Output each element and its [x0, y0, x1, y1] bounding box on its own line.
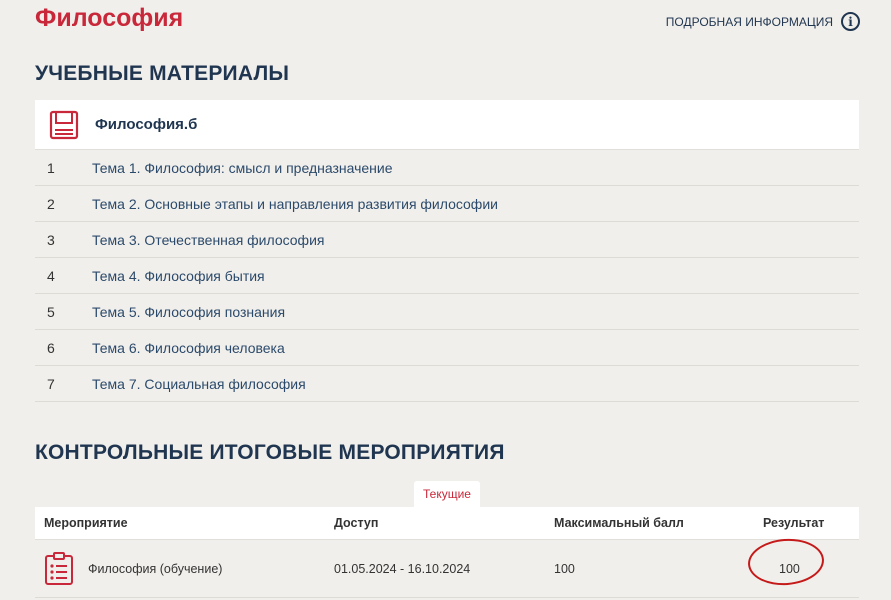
column-header-access: Доступ: [334, 516, 379, 530]
topic-row[interactable]: 1 Тема 1. Философия: смысл и предназначе…: [35, 150, 859, 186]
topic-link[interactable]: Тема 5. Философия познания: [92, 304, 285, 320]
topic-link[interactable]: Тема 1. Философия: смысл и предназначени…: [92, 160, 393, 176]
topic-number: 5: [47, 303, 55, 320]
max-score-cell: 100: [554, 561, 575, 576]
access-cell: 01.05.2024 - 16.10.2024: [334, 561, 471, 576]
materials-section-title: УЧЕБНЫЕ МАТЕРИАЛЫ: [35, 62, 290, 85]
clipboard-list-icon: [45, 551, 73, 585]
topic-row[interactable]: 5 Тема 5. Философия познания: [35, 294, 859, 330]
topic-link[interactable]: Тема 4. Философия бытия: [92, 268, 265, 284]
result-highlight-circle: [746, 535, 826, 588]
column-header-max-score: Максимальный балл: [554, 516, 684, 530]
materials-list: Философия.б 1 Тема 1. Философия: смысл и…: [35, 100, 859, 402]
event-cell: Философия (обучение): [35, 551, 334, 586]
topic-number: 2: [47, 195, 55, 212]
topic-number: 3: [47, 231, 55, 248]
table-row: Философия (обучение) 01.05.2024 - 16.10.…: [35, 535, 859, 598]
more-info-label: ПОДРОБНАЯ ИНФОРМАЦИЯ: [665, 14, 833, 29]
tab-current[interactable]: Текущие: [414, 481, 480, 507]
topic-row[interactable]: 7 Тема 7. Социальная философия: [35, 366, 859, 402]
page-title: Философия: [35, 4, 184, 32]
topic-row[interactable]: 3 Тема 3. Отечественная философия: [35, 222, 859, 258]
topic-link[interactable]: Тема 2. Основные этапы и направления раз…: [92, 196, 498, 212]
course-header[interactable]: Философия.б: [35, 100, 859, 150]
course-name[interactable]: Философия.б: [95, 116, 197, 133]
events-table: Мероприятие Доступ Максимальный балл Рез…: [35, 507, 859, 598]
topic-row[interactable]: 4 Тема 4. Философия бытия: [35, 258, 859, 294]
info-icon[interactable]: i: [841, 12, 860, 31]
topic-number: 1: [47, 159, 55, 176]
topic-number: 6: [47, 339, 55, 356]
events-table-header: Мероприятие Доступ Максимальный балл Рез…: [35, 507, 859, 540]
topic-number: 4: [47, 267, 55, 284]
topic-link[interactable]: Тема 6. Философия человека: [92, 340, 285, 356]
book-icon: [49, 110, 79, 139]
topic-link[interactable]: Тема 7. Социальная философия: [92, 376, 306, 392]
topic-link[interactable]: Тема 3. Отечественная философия: [92, 232, 324, 248]
result-cell: 100: [746, 535, 859, 588]
topic-row[interactable]: 6 Тема 6. Философия человека: [35, 330, 859, 366]
events-section-title: КОНТРОЛЬНЫЕ ИТОГОВЫЕ МЕРОПРИЯТИЯ: [35, 441, 505, 464]
event-name-link[interactable]: Философия (обучение): [88, 562, 222, 576]
column-header-result: Результат: [763, 516, 825, 530]
topic-number: 7: [47, 375, 55, 392]
more-info-link[interactable]: ПОДРОБНАЯ ИНФОРМАЦИЯ i: [666, 12, 860, 31]
topic-row[interactable]: 2 Тема 2. Основные этапы и направления р…: [35, 186, 859, 222]
column-header-event: Мероприятие: [44, 516, 128, 530]
